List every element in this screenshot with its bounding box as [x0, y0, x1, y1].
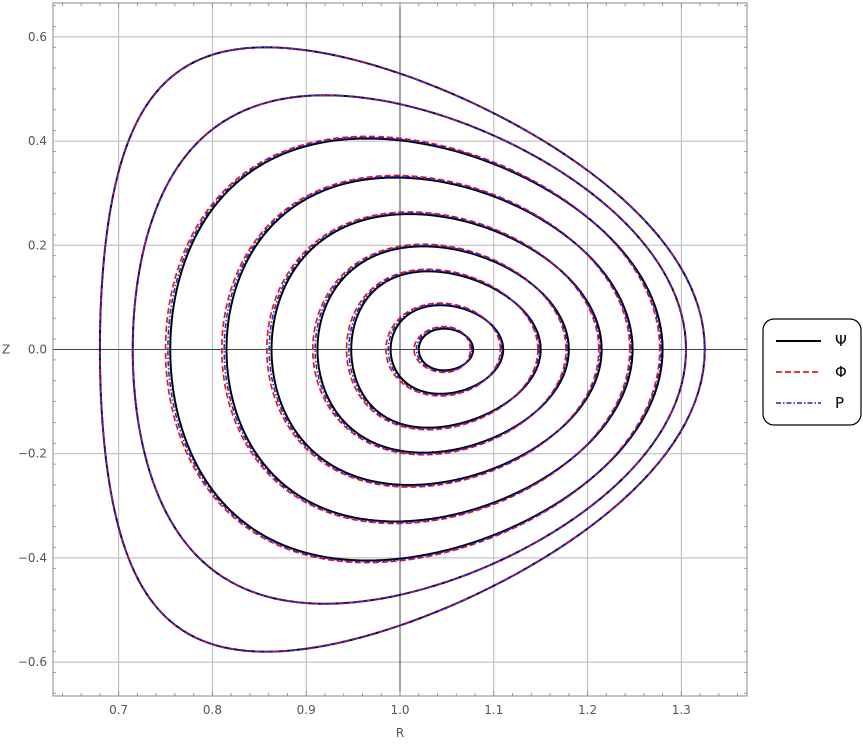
x-axis-label: R [396, 726, 404, 740]
y-tick-label: 0.2 [28, 238, 47, 252]
y-tick-label: −0.2 [18, 447, 47, 461]
y-axis-label: Z [2, 343, 10, 357]
y-tick-label: 0.6 [28, 30, 47, 44]
legend-label: P [835, 394, 844, 412]
x-tick-label: 1.0 [390, 703, 409, 717]
x-tick-label: 1.2 [578, 703, 597, 717]
legend: ΨΦP [762, 318, 862, 426]
zero-axes [53, 3, 747, 696]
legend-label: Ψ [835, 332, 847, 350]
x-tick-label: 1.1 [484, 703, 503, 717]
legend-label: Φ [835, 363, 847, 381]
y-tick-label: 0.4 [28, 134, 47, 148]
flux-surface-chart: 0.7 0.8 0.9 1.0 1.1 1.2 1.3 0.6 0.4 0.2 0.0 −0.2 −0.… [2, 2, 862, 740]
y-tick-label: 0.0 [28, 343, 47, 357]
x-tick-label: 0.8 [203, 703, 222, 717]
y-tick-label: −0.4 [18, 551, 47, 565]
x-tick-label: 1.3 [672, 703, 691, 717]
y-tick-label: −0.6 [18, 655, 47, 669]
x-tick-label: 0.9 [297, 703, 316, 717]
x-tick-label: 0.7 [109, 703, 128, 717]
